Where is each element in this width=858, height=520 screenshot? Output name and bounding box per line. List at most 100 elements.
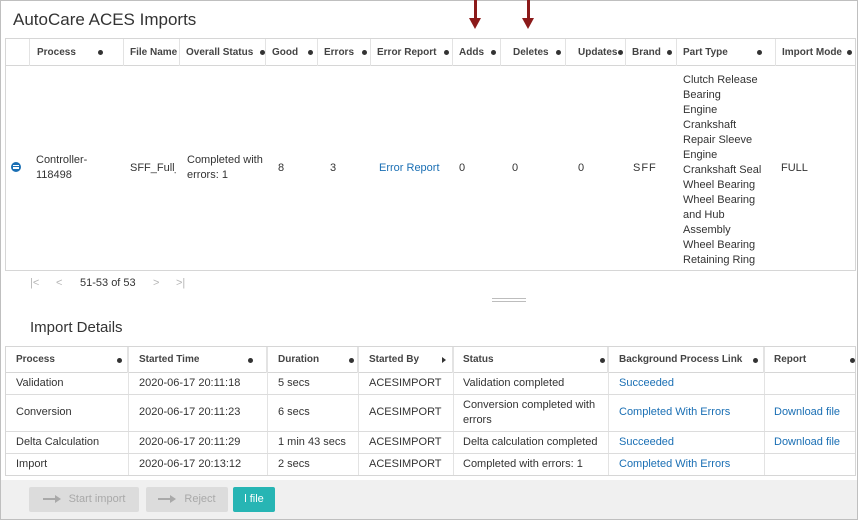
table-row[interactable]: Conversion 2020-06-17 20:11:23 6 secs AC… [6, 395, 855, 432]
expand-row-icon[interactable] [11, 162, 21, 172]
column-menu-icon[interactable] [600, 358, 605, 363]
column-menu-icon[interactable] [444, 50, 449, 55]
column-menu-icon[interactable] [556, 50, 561, 55]
row-started-time: 2020-06-17 20:11:29 [139, 436, 241, 448]
row-duration: 1 min 43 secs [278, 436, 346, 448]
error-report-link[interactable]: Error Report [379, 162, 440, 174]
column-header-adds[interactable]: Adds [453, 39, 501, 66]
imports-table: Process File Name Overall Status Good Er… [5, 38, 856, 271]
column-menu-icon[interactable] [757, 50, 762, 55]
import-arrow-icon [158, 495, 178, 504]
row-errors: 3 [330, 162, 337, 174]
download-file-link[interactable]: Download file [774, 406, 840, 418]
table-row[interactable]: Delta Calculation 2020-06-17 20:11:29 1 … [6, 432, 855, 454]
download-file-link[interactable]: Download file [774, 436, 840, 448]
row-import-mode: FULL [781, 162, 808, 174]
row-started-time: 2020-06-17 20:11:18 [139, 377, 241, 389]
row-started-by: ACESIMPORT [369, 377, 442, 389]
file-button[interactable]: l file [233, 487, 275, 512]
column-header-process[interactable]: Process [6, 347, 128, 373]
column-menu-icon[interactable] [850, 358, 855, 363]
next-page-icon[interactable]: > [153, 277, 159, 289]
row-started-time: 2020-06-17 20:13:12 [139, 458, 242, 470]
column-header-started-time[interactable]: Started Time [128, 347, 267, 373]
column-menu-icon[interactable] [847, 50, 852, 55]
column-menu-icon[interactable] [98, 50, 103, 55]
row-started-by: ACESIMPORT [369, 436, 442, 448]
row-brand: SFF [633, 162, 657, 174]
imports-table-header: Process File Name Overall Status Good Er… [6, 39, 855, 66]
row-process: Import [16, 458, 48, 470]
row-started-time: 2020-06-17 20:11:23 [139, 406, 241, 418]
column-header-deletes[interactable]: Deletes [501, 39, 566, 66]
page-range: 51-53 of 53 [80, 277, 136, 289]
details-table-header: Process Started Time Duration Started By… [6, 347, 855, 373]
row-status: Validation completed [463, 377, 565, 389]
row-duration: 2 secs [278, 458, 310, 470]
import-details-title: Import Details [30, 319, 123, 336]
row-process: Controller- 118498 [36, 154, 88, 181]
column-menu-icon[interactable] [618, 50, 623, 55]
column-header-good[interactable]: Good [266, 39, 318, 66]
action-toolbar: Start import Reject l file [1, 480, 857, 519]
prev-page-icon[interactable]: < [56, 277, 62, 289]
column-header-updates[interactable]: Updates [566, 39, 626, 66]
row-started-by: ACESIMPORT [369, 406, 442, 418]
row-started-by: ACESIMPORT [369, 458, 442, 470]
column-header-process[interactable]: Process [30, 39, 124, 66]
page-title: AutoCare ACES Imports [13, 10, 197, 29]
column-header-brand[interactable]: Brand [626, 39, 677, 66]
first-page-icon[interactable]: |< [30, 277, 39, 289]
column-menu-icon[interactable] [491, 50, 496, 55]
table-row[interactable]: Validation 2020-06-17 20:11:18 5 secs AC… [6, 373, 855, 395]
column-menu-icon[interactable] [442, 357, 446, 363]
down-arrow-icon [469, 0, 481, 30]
process-link[interactable]: Succeeded [619, 377, 674, 389]
row-overall-status: Completed with errors: 1 [187, 154, 263, 181]
row-process: Conversion [16, 406, 72, 418]
reject-button[interactable]: Reject [146, 487, 228, 512]
import-arrow-icon [42, 495, 63, 504]
row-status: Conversion completed with errors [463, 399, 596, 426]
row-deletes: 0 [512, 162, 519, 174]
process-link[interactable]: Completed With Errors [619, 458, 730, 470]
row-updates: 0 [578, 162, 585, 174]
column-header-status[interactable]: Status [453, 347, 608, 373]
table-row[interactable]: Import 2020-06-17 20:13:12 2 secs ACESIM… [6, 454, 855, 475]
start-import-button[interactable]: Start import [29, 487, 139, 512]
row-process: Delta Calculation [16, 436, 100, 448]
process-link[interactable]: Succeeded [619, 436, 674, 448]
resize-handle[interactable] [492, 298, 526, 302]
column-menu-icon[interactable] [260, 50, 265, 55]
row-status: Delta calculation completed [463, 436, 598, 448]
column-header-file-name[interactable]: File Name [124, 39, 180, 66]
column-header-part-type[interactable]: Part Type [677, 39, 776, 66]
column-header-overall-status[interactable]: Overall Status [180, 39, 266, 66]
column-header-select [6, 39, 30, 66]
row-status: Completed with errors: 1 [463, 458, 583, 470]
column-header-error-report[interactable]: Error Report [371, 39, 453, 66]
column-menu-icon[interactable] [667, 50, 672, 55]
last-page-icon[interactable]: >| [176, 277, 185, 289]
column-menu-icon[interactable] [248, 358, 253, 363]
row-good: 8 [278, 162, 285, 174]
row-process: Validation [16, 377, 64, 389]
row-duration: 6 secs [278, 406, 310, 418]
row-duration: 5 secs [278, 377, 310, 389]
down-arrow-icon [522, 0, 534, 30]
import-details-table: Process Started Time Duration Started By… [5, 346, 856, 476]
column-menu-icon[interactable] [753, 358, 758, 363]
column-header-import-mode[interactable]: Import Mode [776, 39, 855, 66]
column-menu-icon[interactable] [117, 358, 122, 363]
column-header-errors[interactable]: Errors [318, 39, 371, 66]
column-header-duration[interactable]: Duration [267, 347, 358, 373]
row-part-type: Clutch Release Bearing Engine Crankshaft… [683, 74, 762, 266]
column-menu-icon[interactable] [349, 358, 354, 363]
column-header-background-process-link[interactable]: Background Process Link [608, 347, 764, 373]
row-file-name: SFF_Full_ [130, 162, 176, 174]
column-header-report[interactable]: Report [764, 347, 855, 373]
column-menu-icon[interactable] [362, 50, 367, 55]
column-header-started-by[interactable]: Started By [358, 347, 453, 373]
process-link[interactable]: Completed With Errors [619, 406, 730, 418]
column-menu-icon[interactable] [308, 50, 313, 55]
